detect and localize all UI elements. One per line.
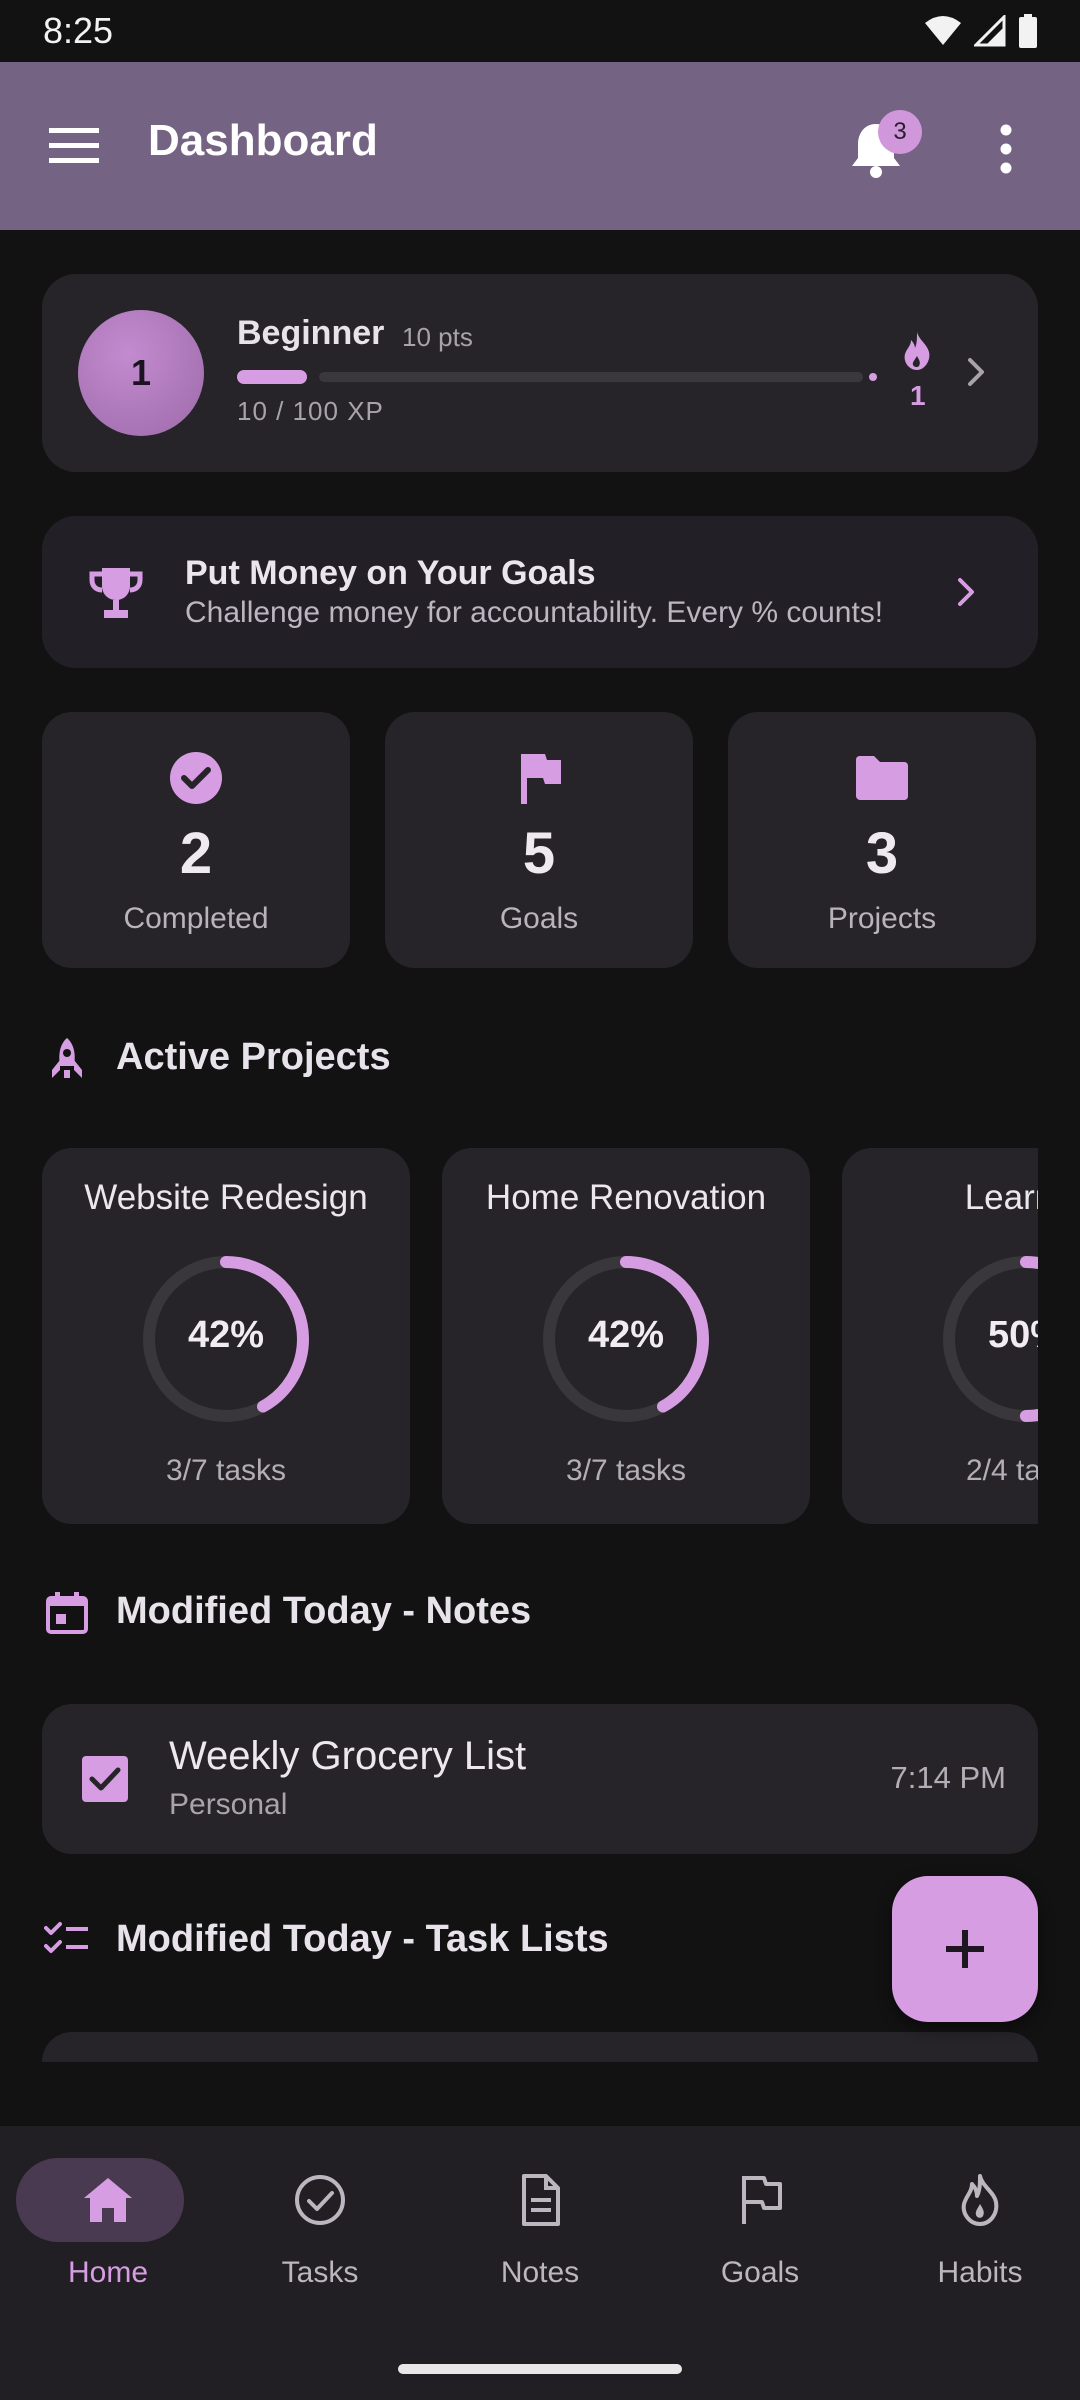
- stat-label: Goals: [499, 902, 579, 935]
- note-title: Weekly Grocery List: [169, 1734, 527, 1778]
- level-avatar: 1: [78, 310, 204, 436]
- stat-value: 5: [522, 821, 556, 886]
- home-icon: [84, 2178, 132, 2222]
- nav-item-home[interactable]: Home: [0, 2126, 216, 2326]
- more-vertical-icon: [1000, 124, 1012, 174]
- hamburger-menu-icon: [49, 128, 99, 163]
- stat-value: 2: [179, 821, 213, 886]
- project-percent: 42%: [587, 1314, 665, 1356]
- flag-outline-icon: [742, 2176, 782, 2224]
- flame-icon: [961, 2174, 999, 2226]
- section-title-modified-task-lists: Modified Today - Task Lists: [116, 1918, 609, 1960]
- calendar-icon: [46, 1592, 88, 1634]
- project-card[interactable]: Website Redesign 42% 3/7 tasks: [42, 1148, 410, 1524]
- project-card[interactable]: Learn K 50% 2/4 tasks: [842, 1148, 1038, 1524]
- xp-progress-fill: [237, 370, 307, 384]
- projects-carousel[interactable]: Website Redesign 42% 3/7 tasks Home Reno…: [42, 1148, 1038, 1524]
- promo-subtitle: Challenge money for accountability. Ever…: [185, 596, 884, 629]
- nav-item-tasks[interactable]: Tasks: [212, 2126, 428, 2326]
- nav-item-habits[interactable]: Habits: [872, 2126, 1080, 2326]
- promo-title: Put Money on Your Goals: [185, 554, 596, 592]
- flame-icon: [904, 332, 930, 370]
- chevron-right-icon: [958, 578, 974, 606]
- nav-item-goals[interactable]: Goals: [652, 2126, 868, 2326]
- status-icons: [924, 14, 1038, 48]
- nav-label: Notes: [500, 2256, 580, 2289]
- stat-value: 3: [865, 821, 899, 886]
- checklist-icon: [44, 1922, 88, 1953]
- nav-label: Goals: [720, 2256, 800, 2289]
- xp-progress-bar: [237, 370, 877, 384]
- rocket-icon: [52, 1038, 82, 1078]
- xp-text: 10 / 100 XP: [237, 396, 384, 426]
- document-icon: [522, 2174, 560, 2226]
- wifi-icon: [925, 16, 961, 45]
- checkbox-checked-icon: [82, 1756, 128, 1802]
- note-time: 7:14 PM: [890, 1760, 1006, 1795]
- level-card[interactable]: 1 Beginner 10 pts 10 / 100 XP 1: [42, 274, 1038, 472]
- flag-icon: [521, 754, 561, 804]
- signal-icon: [974, 15, 1006, 47]
- stat-card-projects[interactable]: 3 Projects: [728, 712, 1036, 968]
- stat-label: Completed: [123, 902, 269, 935]
- xp-progress-track: [319, 372, 863, 382]
- bottom-navigation: Home Tasks Notes Goals Habits: [0, 2126, 1080, 2400]
- section-title-modified-notes: Modified Today - Notes: [116, 1590, 532, 1632]
- add-fab-button[interactable]: [892, 1876, 1038, 2022]
- check-circle-icon: [170, 752, 222, 804]
- folder-icon: [856, 756, 908, 800]
- xp-progress-end-dot: [869, 373, 877, 381]
- trophy-icon: [89, 568, 143, 618]
- page-title: Dashboard: [148, 116, 378, 165]
- more-options-button[interactable]: [988, 124, 1024, 180]
- task-list-item[interactable]: [42, 2032, 1038, 2062]
- nav-label: Home: [67, 2256, 149, 2289]
- app-bar: Dashboard: [0, 62, 1080, 230]
- stat-label: Projects: [827, 902, 937, 935]
- plus-icon: [946, 1930, 984, 1968]
- notification-badge: 3: [878, 110, 922, 154]
- project-percent: 50%: [987, 1314, 1038, 1356]
- project-tasks: 3/7 tasks: [165, 1454, 287, 1487]
- stat-card-goals[interactable]: 5 Goals: [385, 712, 693, 968]
- level-name: Beginner: [237, 314, 385, 352]
- chevron-right-icon: [968, 358, 984, 386]
- note-category: Personal: [169, 1788, 288, 1821]
- check-circle-outline-icon: [295, 2175, 345, 2225]
- note-item[interactable]: Weekly Grocery List Personal 7:14 PM: [42, 1704, 1038, 1854]
- put-money-on-goals-card[interactable]: Put Money on Your Goals Challenge money …: [42, 516, 1038, 668]
- battery-icon: [1019, 14, 1037, 48]
- stat-card-completed[interactable]: 2 Completed: [42, 712, 350, 968]
- section-title-active-projects: Active Projects: [116, 1036, 391, 1078]
- project-card[interactable]: Home Renovation 42% 3/7 tasks: [442, 1148, 810, 1524]
- project-percent: 42%: [187, 1314, 265, 1356]
- project-name: Website Redesign: [84, 1178, 368, 1217]
- project-name: Learn K: [964, 1178, 1038, 1217]
- status-time: 8:25: [43, 10, 114, 51]
- gesture-navigation-bar[interactable]: [398, 2364, 682, 2374]
- streak-count: 1: [910, 380, 926, 411]
- nav-item-notes[interactable]: Notes: [432, 2126, 648, 2326]
- menu-button[interactable]: [44, 120, 104, 172]
- level-points: 10 pts: [402, 322, 473, 352]
- status-bar: 8:25: [0, 0, 1080, 62]
- nav-label: Habits: [937, 2256, 1023, 2289]
- project-tasks: 2/4 tasks: [965, 1454, 1038, 1487]
- nav-label: Tasks: [281, 2256, 359, 2289]
- project-name: Home Renovation: [485, 1178, 767, 1217]
- project-tasks: 3/7 tasks: [565, 1454, 687, 1487]
